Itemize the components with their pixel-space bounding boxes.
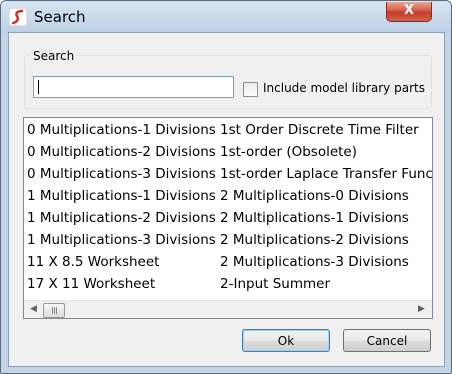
list-item[interactable]: 2-Input Summer — [220, 276, 330, 292]
search-input[interactable] — [33, 76, 234, 98]
list-item[interactable]: 0 Multiplications-1 Divisions — [27, 122, 216, 138]
scrollbar-thumb[interactable] — [43, 303, 65, 318]
horizontal-scrollbar[interactable]: ◀ ▶ — [24, 300, 432, 318]
scroll-left-icon[interactable]: ◀ — [25, 301, 42, 318]
search-group-label: Search — [30, 49, 78, 63]
list-item[interactable]: 0 Multiplications-3 Divisions — [27, 166, 216, 182]
title-bar[interactable]: Search X — [1, 1, 451, 33]
list-item[interactable]: 2 Multiplications-1 Divisions — [220, 210, 409, 226]
list-item[interactable]: 1 Multiplications-2 Divisions — [27, 210, 216, 226]
dialog-body: Search Include model library parts 0 Mul… — [8, 32, 445, 367]
results-list[interactable]: 0 Multiplications-1 Divisions 0 Multiplic… — [23, 117, 433, 319]
list-item[interactable]: 1st-order (Obsolete) — [220, 144, 357, 160]
list-item[interactable]: 1 Multiplications-1 Divisions — [27, 188, 216, 204]
cancel-button[interactable]: Cancel — [343, 329, 431, 352]
include-library-checkbox[interactable] — [243, 82, 258, 97]
list-item[interactable]: 0 Multiplications-2 Divisions — [27, 144, 216, 160]
include-library-label[interactable]: Include model library parts — [263, 81, 425, 95]
list-item[interactable]: 17 X 11 Worksheet — [27, 276, 155, 292]
list-item[interactable]: 1st-order Laplace Transfer Funct — [220, 166, 432, 182]
ok-button[interactable]: Ok — [242, 329, 330, 352]
app-logo-icon — [9, 8, 27, 26]
list-item[interactable]: 11 X 8.5 Worksheet — [27, 254, 159, 270]
close-icon: X — [403, 3, 415, 18]
grip-icon — [52, 307, 57, 314]
list-item[interactable]: 2 Multiplications-3 Divisions — [220, 254, 409, 270]
scroll-right-icon[interactable]: ▶ — [413, 301, 430, 318]
close-button[interactable]: X — [386, 2, 432, 22]
list-item[interactable]: 1 Multiplications-3 Divisions — [27, 232, 216, 248]
list-item[interactable]: 2 Multiplications-2 Divisions — [220, 232, 409, 248]
text-caret — [38, 80, 39, 94]
window-title: Search — [34, 8, 86, 26]
list-item[interactable]: 1st Order Discrete Time Filter — [220, 122, 419, 138]
search-dialog: Search X Search Include model library pa… — [0, 0, 452, 374]
list-item[interactable]: 2 Multiplications-0 Divisions — [220, 188, 409, 204]
